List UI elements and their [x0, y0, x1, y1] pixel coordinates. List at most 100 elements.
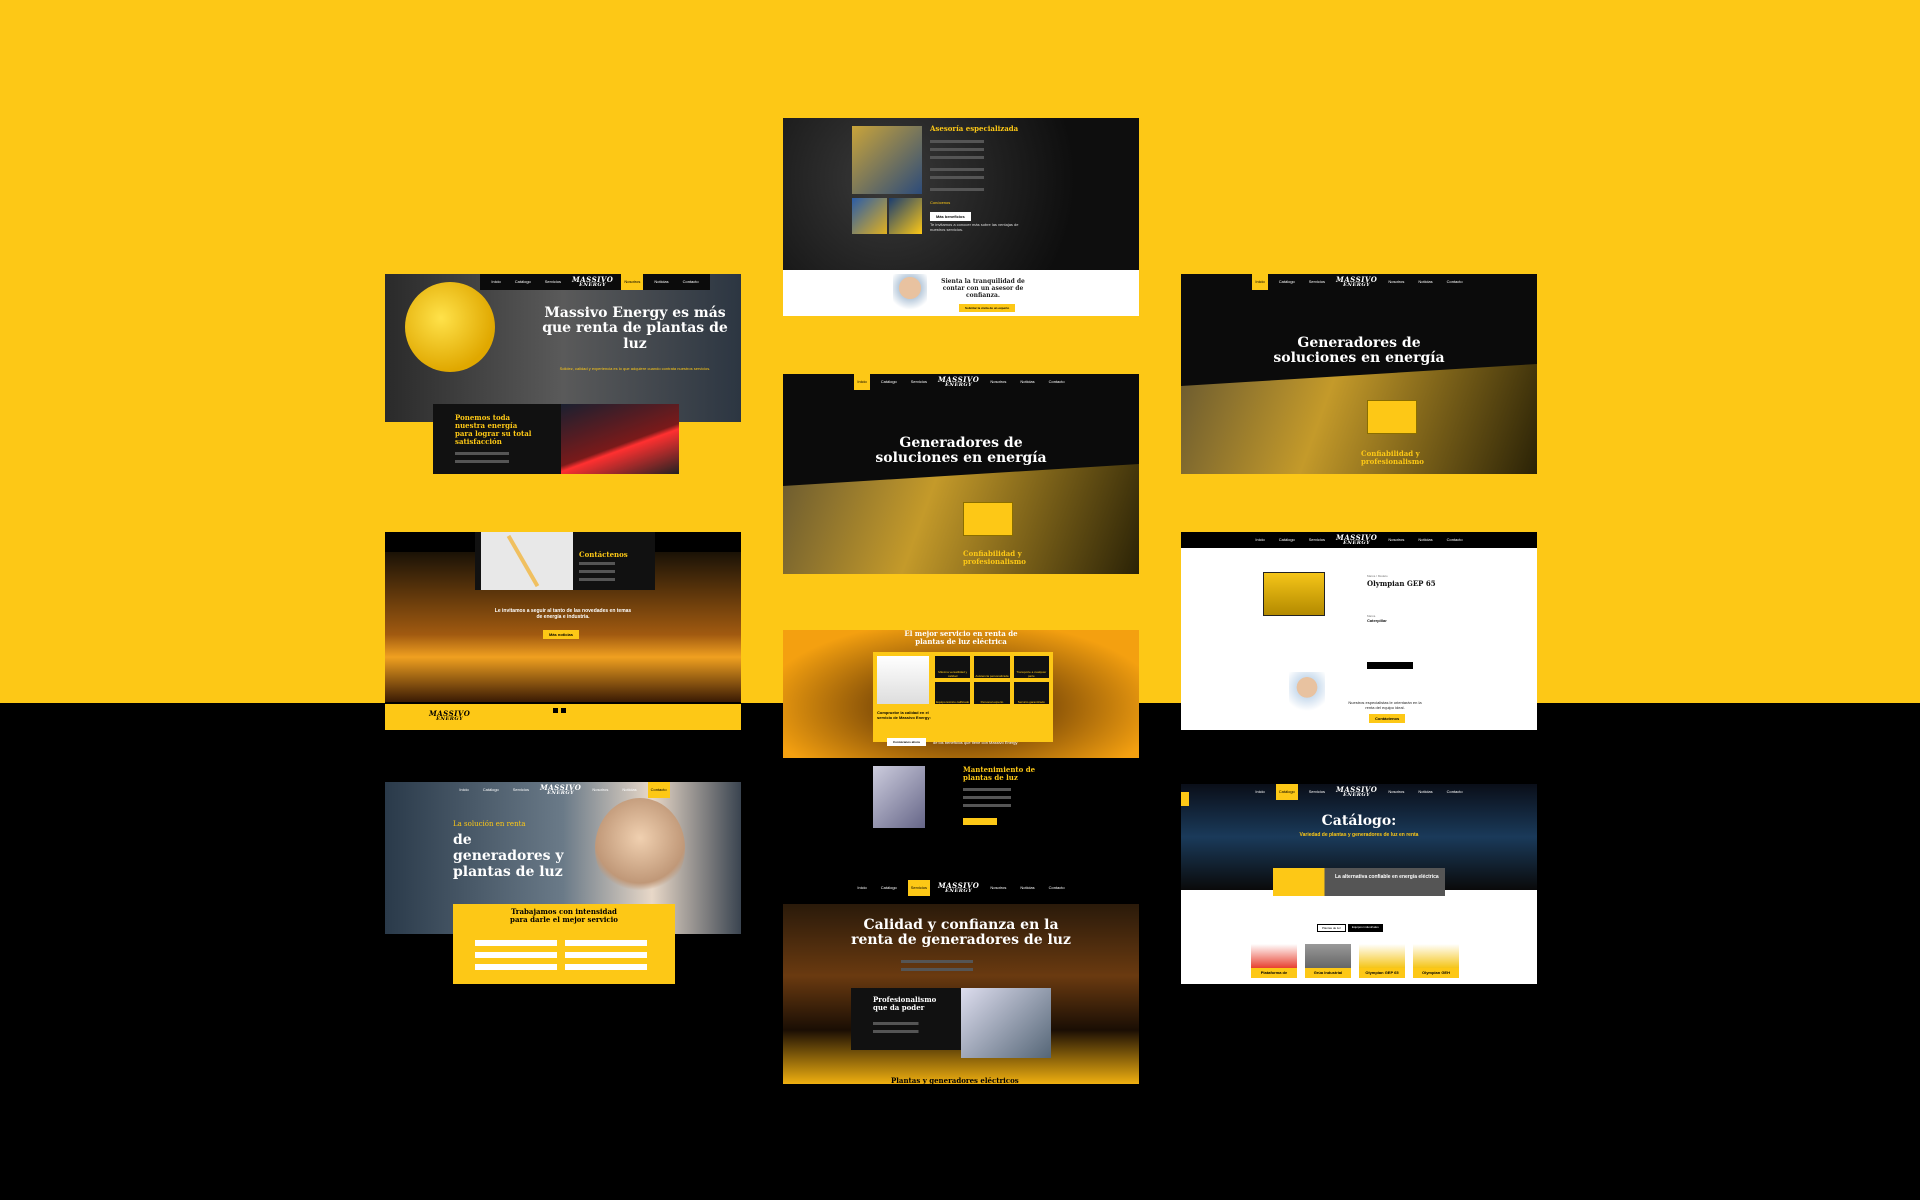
form-title: Trabajamos con intensidad para darle el … [510, 907, 618, 924]
nav-catalogo[interactable]: Catálogo [512, 274, 534, 290]
nav-contacto[interactable]: Contacto [647, 782, 670, 798]
text-lines [873, 1030, 949, 1033]
twitter-icon[interactable] [561, 708, 566, 713]
nav-servicios[interactable]: Servicios [1306, 784, 1328, 800]
facebook-icon[interactable] [553, 708, 558, 713]
catalog-icon[interactable] [1181, 792, 1189, 806]
nav-nosotros[interactable]: Nosotros [1385, 274, 1407, 290]
box-title: Ponemos toda nuestra energía para lograr… [455, 413, 532, 446]
tab-plantas[interactable]: Plantas de luz [1317, 924, 1346, 932]
nav-contacto[interactable]: Contacto [1444, 532, 1466, 548]
nav-inicio[interactable]: Inicio [1252, 784, 1267, 800]
nav-servicios[interactable]: Servicios [1306, 532, 1328, 548]
nav-nosotros[interactable]: Nosotros [589, 782, 611, 798]
quality-check: Compruebe la calidad en el servicio de M… [877, 710, 931, 720]
nav-noticias[interactable]: Noticias [619, 782, 639, 798]
request-visit-button[interactable]: Solicitar la visita de un experto [959, 304, 1016, 312]
nav-catalogo[interactable]: Catálogo [1275, 784, 1298, 800]
city-select[interactable] [565, 964, 647, 970]
mockup-servicios: El mejor servicio en renta de plantas de… [783, 630, 1139, 840]
hardhat-photo [405, 282, 495, 372]
learn-more-button[interactable] [963, 818, 997, 825]
service-select[interactable] [565, 952, 647, 958]
nav-catalogo[interactable]: Catálogo [878, 880, 900, 896]
banner-title: Sienta la tranquilidad de contar con un … [941, 278, 1025, 299]
email-field[interactable] [475, 952, 557, 958]
more-benefits-button[interactable]: Más beneficios [930, 212, 971, 221]
nav-servicios[interactable]: Servicios [542, 274, 564, 290]
request-button[interactable] [1367, 662, 1413, 669]
brand-value: Caterpillar [1367, 618, 1387, 623]
contact-button[interactable]: Contáctenos [1369, 714, 1406, 723]
nav-nosotros[interactable]: Nosotros [621, 274, 644, 290]
catalog-item[interactable]: Grúa Industrial [1305, 944, 1351, 978]
benefits-cta: de los beneficios que tiene con Massivo … [933, 740, 1018, 745]
nav-catalogo[interactable]: Catálogo [1276, 274, 1298, 290]
nav-noticias[interactable]: Noticias [1017, 880, 1037, 896]
nav-contacto[interactable]: Contacto [680, 274, 702, 290]
nav-inicio[interactable]: Inicio [854, 880, 869, 896]
catalog-item[interactable]: Olympian GEH [1413, 944, 1459, 978]
text-lines [579, 570, 639, 573]
logo[interactable]: MASSIVO ENERGY [540, 784, 581, 796]
know-us-button[interactable]: Conózcanos ahora [887, 738, 926, 746]
alt-badge: La alternativa confiable en energía eléc… [1273, 868, 1445, 896]
subtitle-link[interactable]: Conócenos [930, 200, 950, 205]
top-nav: Inicio Catálogo Servicios MASSIVO ENERGY … [385, 782, 741, 798]
company-field[interactable] [565, 940, 647, 946]
nav-noticias[interactable]: Noticias [1415, 532, 1435, 548]
more-news-button[interactable]: Más noticias [543, 630, 580, 639]
logo[interactable]: MASSIVO ENERGY [1336, 276, 1377, 288]
nav-servicios[interactable]: Servicios [1306, 274, 1328, 290]
nav-nosotros[interactable]: Nosotros [987, 880, 1009, 896]
logo[interactable]: MASSIVO ENERGY [1336, 534, 1377, 546]
logo[interactable]: MASSIVO ENERGY [938, 882, 979, 894]
catalog-item[interactable]: Plataforma de [1251, 944, 1297, 978]
map-road [506, 534, 540, 588]
nav-inicio[interactable]: Inicio [1252, 274, 1268, 290]
catalog-tabs: Plantas de luz Equipos industriales [1317, 924, 1383, 932]
nav-contacto[interactable]: Contacto [1046, 880, 1068, 896]
hero-pre: La solución en renta [453, 820, 526, 828]
top-nav: Inicio Catálogo Servicios MASSIVO ENERGY … [480, 274, 710, 290]
nav-inicio[interactable]: Inicio [456, 782, 471, 798]
nav-noticias[interactable]: Noticias [1415, 274, 1435, 290]
feature-versatility-icon: Máxima versatilidad y calidad [935, 656, 971, 678]
tab-equipos[interactable]: Equipos industriales [1347, 924, 1383, 932]
nav-nosotros[interactable]: Nosotros [987, 374, 1009, 390]
nav-contacto[interactable]: Contacto [1444, 784, 1466, 800]
nav-inicio[interactable]: Inicio [1252, 532, 1267, 548]
logo[interactable]: MASSIVO ENERGY [1336, 786, 1377, 798]
text-lines [873, 1022, 949, 1025]
light-tower-image [877, 656, 929, 704]
nav-catalogo[interactable]: Catálogo [1276, 532, 1298, 548]
nav-servicios[interactable]: Servicios [908, 374, 930, 390]
nav-nosotros[interactable]: Nosotros [1385, 784, 1407, 800]
nav-servicios[interactable]: Servicios [510, 782, 532, 798]
mockup-catalogo: Inicio Catálogo Servicios MASSIVO ENERGY … [1181, 784, 1537, 984]
nav-noticias[interactable]: Noticias [651, 274, 671, 290]
nav-catalogo[interactable]: Catálogo [480, 782, 502, 798]
nav-servicios[interactable]: Servicios [907, 880, 930, 896]
news-invite: Le invitamos a seguir al tanto de las no… [494, 608, 632, 620]
catalog-item[interactable]: Olympian GEP 65 [1359, 944, 1405, 978]
text-lines [963, 796, 1043, 799]
nav-contacto[interactable]: Contacto [1046, 374, 1068, 390]
logo[interactable]: MASSIVO ENERGY [572, 276, 613, 288]
name-field[interactable] [475, 940, 557, 946]
text-lines [579, 578, 639, 581]
nav-catalogo[interactable]: Catálogo [878, 374, 900, 390]
nav-inicio[interactable]: Inicio [854, 374, 870, 390]
nav-contacto[interactable]: Contacto [1444, 274, 1466, 290]
features-panel: Compruebe la calidad en el servicio de M… [873, 652, 1053, 742]
phone-field[interactable] [475, 964, 557, 970]
professionalism-box: Profesionalismo que da poder [851, 988, 961, 1050]
nav-noticias[interactable]: Noticias [1415, 784, 1435, 800]
nav-nosotros[interactable]: Nosotros [1385, 532, 1407, 548]
generator-product-image [1263, 572, 1325, 616]
photo-helmet [889, 198, 922, 234]
logo[interactable]: MASSIVO ENERGY [938, 376, 979, 388]
hero-title: Massivo Energy es más que renta de plant… [542, 305, 728, 352]
nav-inicio[interactable]: Inicio [488, 274, 503, 290]
nav-noticias[interactable]: Noticias [1017, 374, 1037, 390]
